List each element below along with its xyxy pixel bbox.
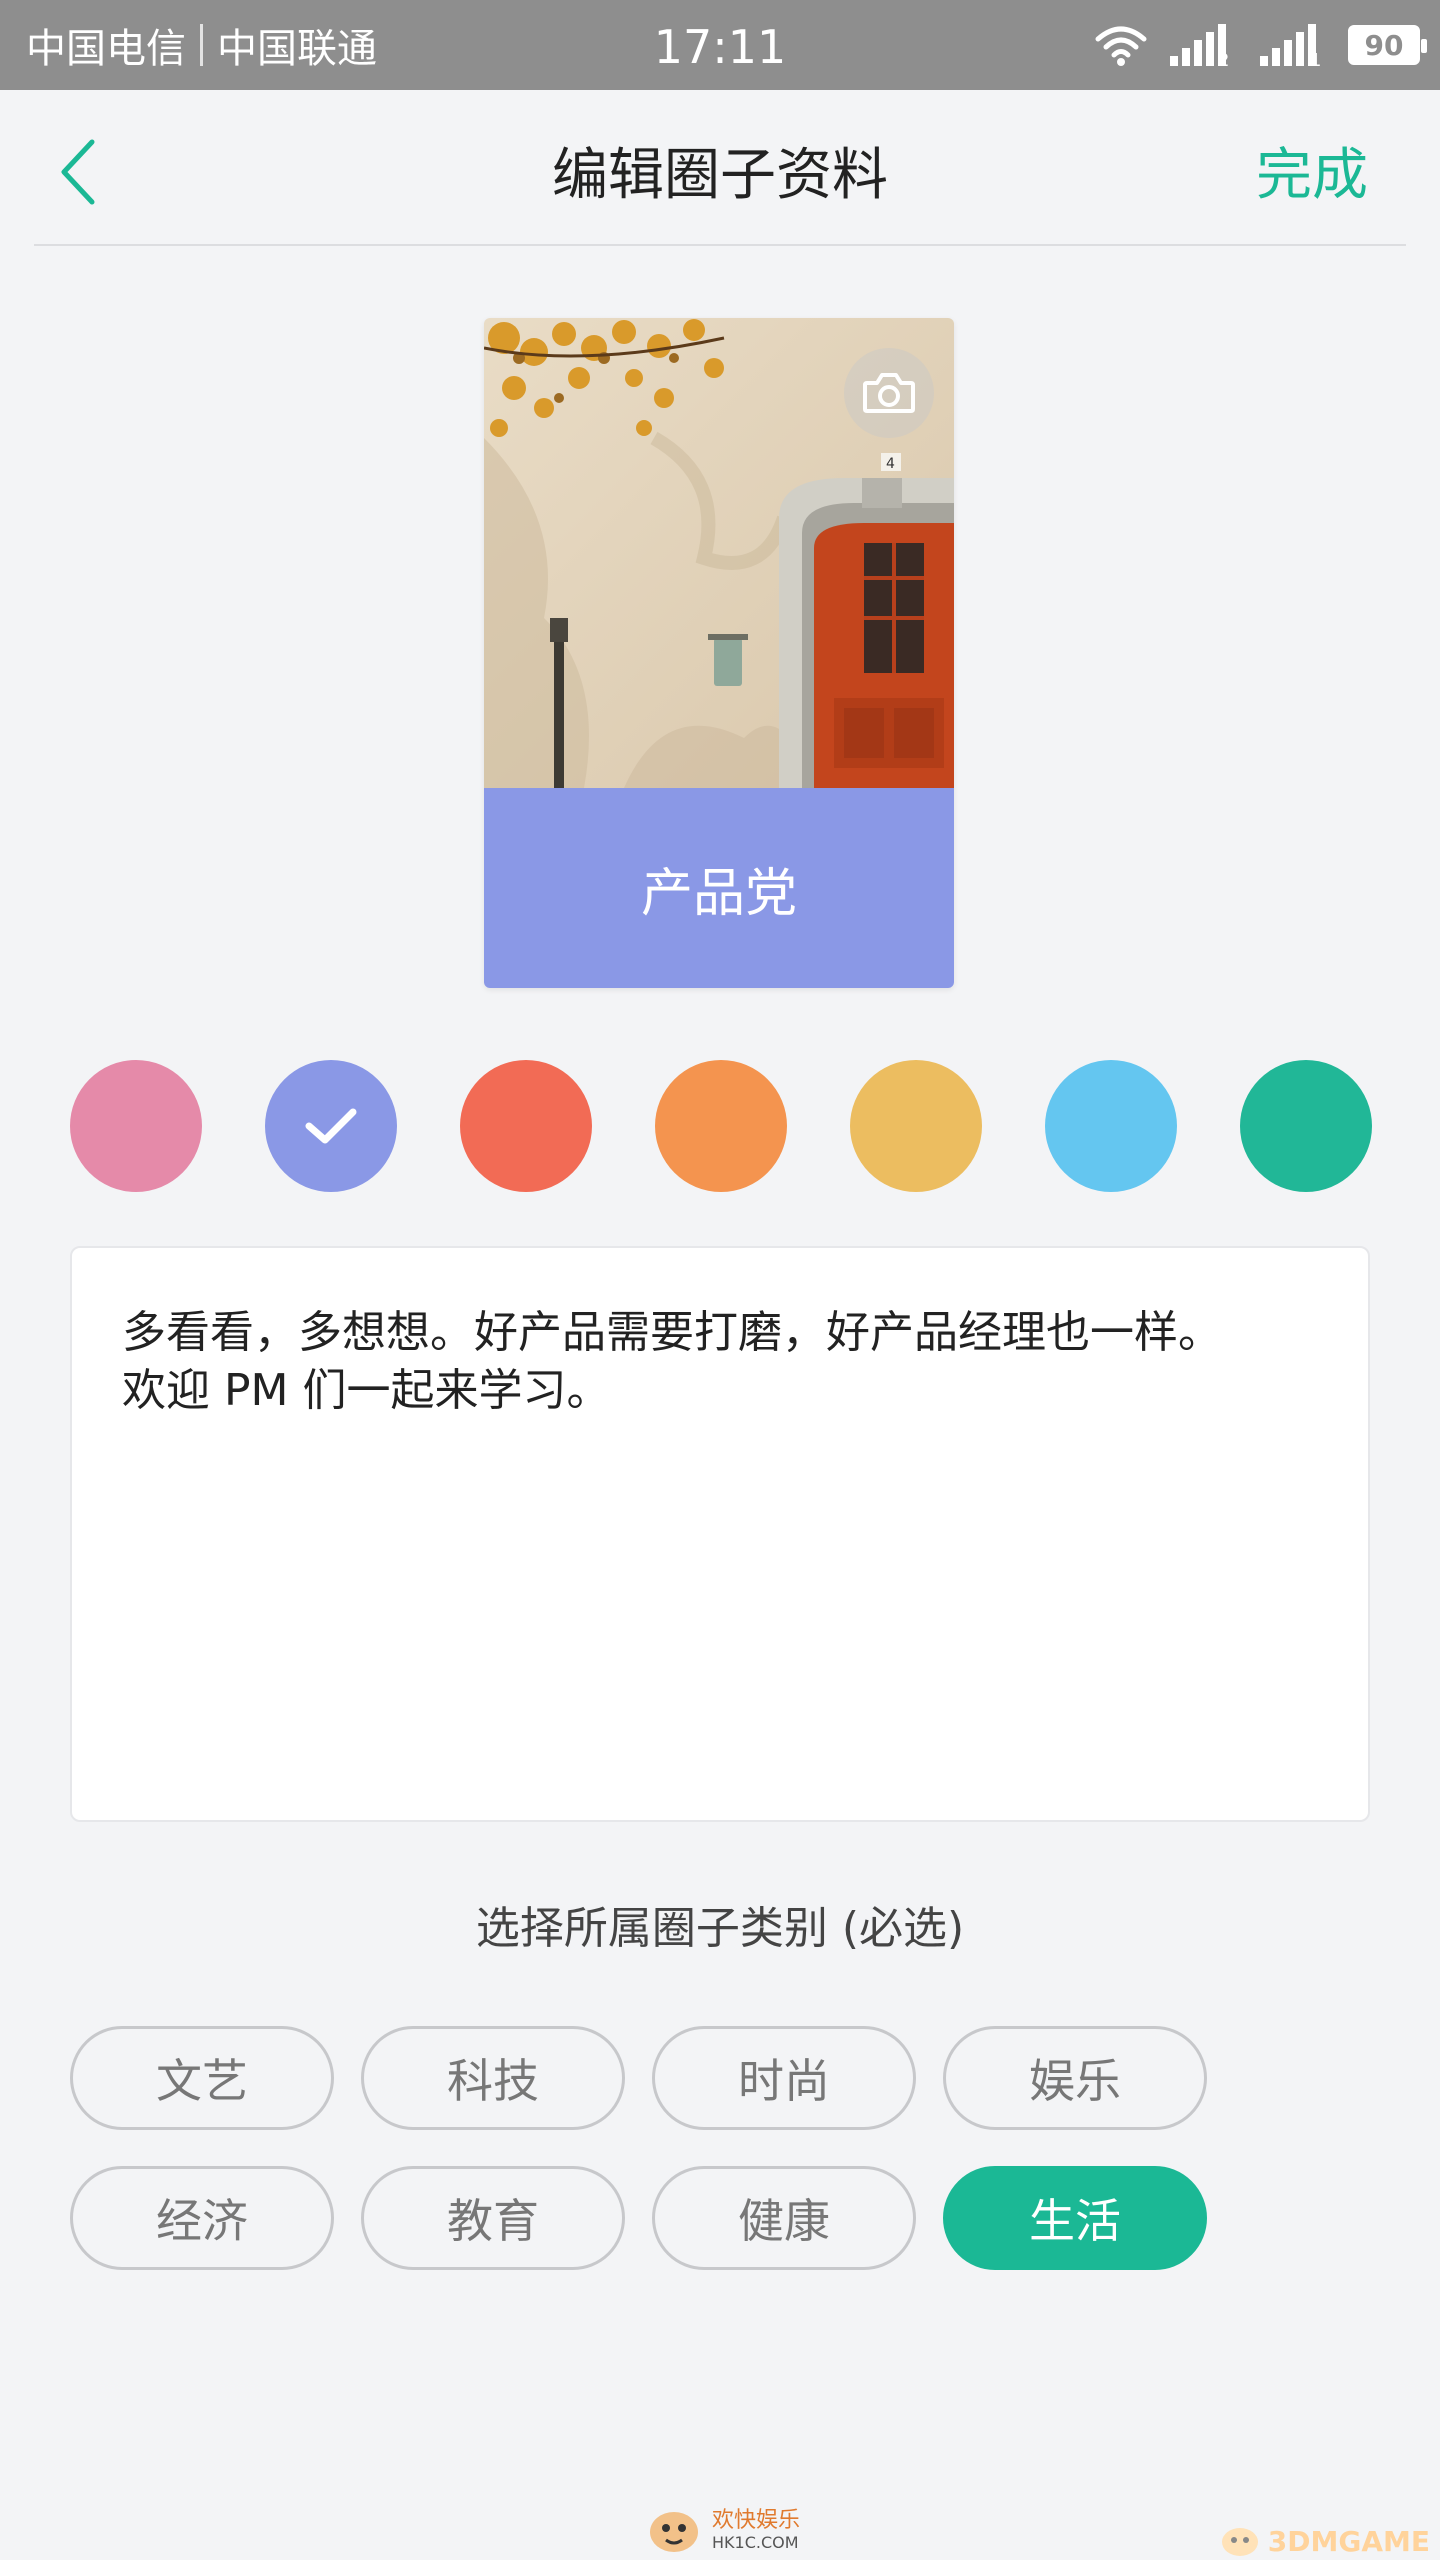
change-cover-button[interactable] [844, 348, 934, 438]
description-input[interactable]: 多看看，多想想。好产品需要打磨，好产品经理也一样。 欢迎 PM 们一起来学习。 [70, 1246, 1370, 1822]
category-chip-keji[interactable]: 科技 [361, 2026, 625, 2130]
color-swatch-sky-blue[interactable] [1045, 1060, 1177, 1192]
category-chip-shishang[interactable]: 时尚 [652, 2026, 916, 2130]
color-swatch-red[interactable] [460, 1060, 592, 1192]
watermark-right: 3DMGAME [1218, 2524, 1430, 2558]
sim-1-index: 1 [1310, 50, 1321, 68]
page-title: 编辑圈子资料 [552, 143, 888, 208]
color-swatch-green[interactable] [1240, 1060, 1372, 1192]
signal-icon-sim-2: 2 [1170, 24, 1229, 68]
mascot-logo-icon [650, 2512, 698, 2552]
battery-level: 90 [1364, 28, 1404, 62]
camera-icon [863, 373, 915, 413]
watermark-left-url: HK1C.COM [712, 2532, 799, 2552]
watermark-right-text: 3DMGAME [1267, 2524, 1430, 2558]
status-bar: 中国电信 中国联通 17:11 2 1 90 [0, 0, 1440, 90]
category-chip-jingji[interactable]: 经济 [70, 2166, 334, 2270]
category-heading: 选择所属圈子类别 (必选) [475, 1903, 965, 1954]
color-swatch-periwinkle[interactable] [265, 1060, 397, 1192]
watermark-left: 欢快娱乐 HK1C.COM [644, 2504, 800, 2556]
nav-bar: 编辑圈子资料 完成 [0, 90, 1440, 246]
category-chip-wenyi[interactable]: 文艺 [70, 2026, 334, 2130]
category-chip-shenghuo[interactable]: 生活 [943, 2166, 1207, 2270]
sim-2-index: 2 [1218, 50, 1229, 68]
watermark-left-title: 欢快娱乐 [712, 2507, 801, 2533]
category-chip-yule[interactable]: 娱乐 [943, 2026, 1207, 2130]
signal-icon-sim-1: 1 [1260, 24, 1321, 68]
battery-icon: 90 [1348, 25, 1427, 65]
wifi-icon [1095, 26, 1147, 66]
watermark-mascot-icon [1221, 2528, 1258, 2556]
color-swatch-pink[interactable] [70, 1060, 202, 1192]
color-swatch-yellow[interactable] [850, 1060, 982, 1192]
nav-divider [34, 244, 1406, 246]
cover-name-area: 产品党 [484, 788, 954, 988]
category-chip-jiankang[interactable]: 健康 [652, 2166, 916, 2270]
done-button[interactable]: 完成 [1256, 130, 1368, 211]
category-chip-jiaoyu[interactable]: 教育 [361, 2166, 625, 2270]
color-swatch-orange[interactable] [655, 1060, 787, 1192]
circle-name: 产品党 [640, 863, 797, 924]
checkmark-icon [305, 1108, 357, 1144]
status-icons: 2 1 90 [1094, 0, 1427, 90]
svg-text:4: 4 [886, 456, 895, 472]
